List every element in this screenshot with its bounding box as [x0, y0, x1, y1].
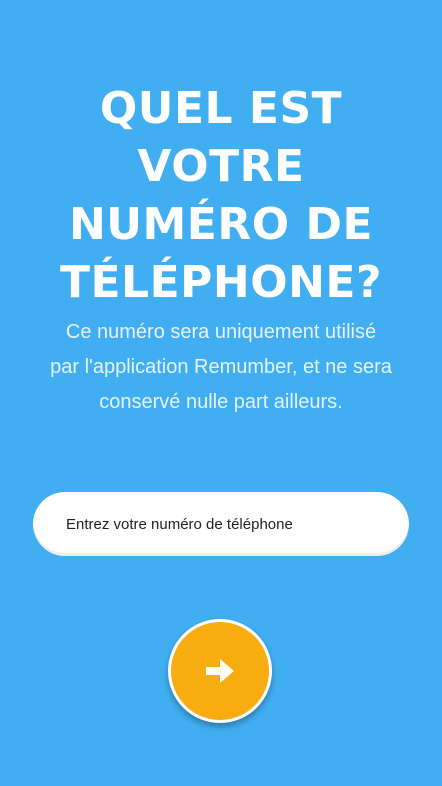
arrow-right-icon: [206, 659, 234, 683]
page-title: QUEL EST VOTRE NUMÉRO DE TÉLÉPHONE?: [14, 80, 428, 312]
privacy-notice-line: par l'application Remumber, et ne sera: [50, 356, 392, 378]
privacy-notice-line: conservé nulle part ailleurs.: [99, 391, 343, 413]
title-line: TÉLÉPHONE?: [59, 257, 383, 308]
title-line: QUEL EST: [99, 83, 343, 134]
privacy-notice: Ce numéro sera uniquement utilisé par l'…: [20, 315, 422, 420]
phone-number-screen: QUEL EST VOTRE NUMÉRO DE TÉLÉPHONE? Ce n…: [0, 0, 442, 786]
title-line: VOTRE: [137, 141, 305, 192]
title-line: NUMÉRO DE: [68, 199, 374, 250]
phone-number-input[interactable]: [33, 492, 409, 556]
next-button[interactable]: [168, 619, 272, 723]
privacy-notice-line: Ce numéro sera uniquement utilisé: [65, 321, 377, 343]
